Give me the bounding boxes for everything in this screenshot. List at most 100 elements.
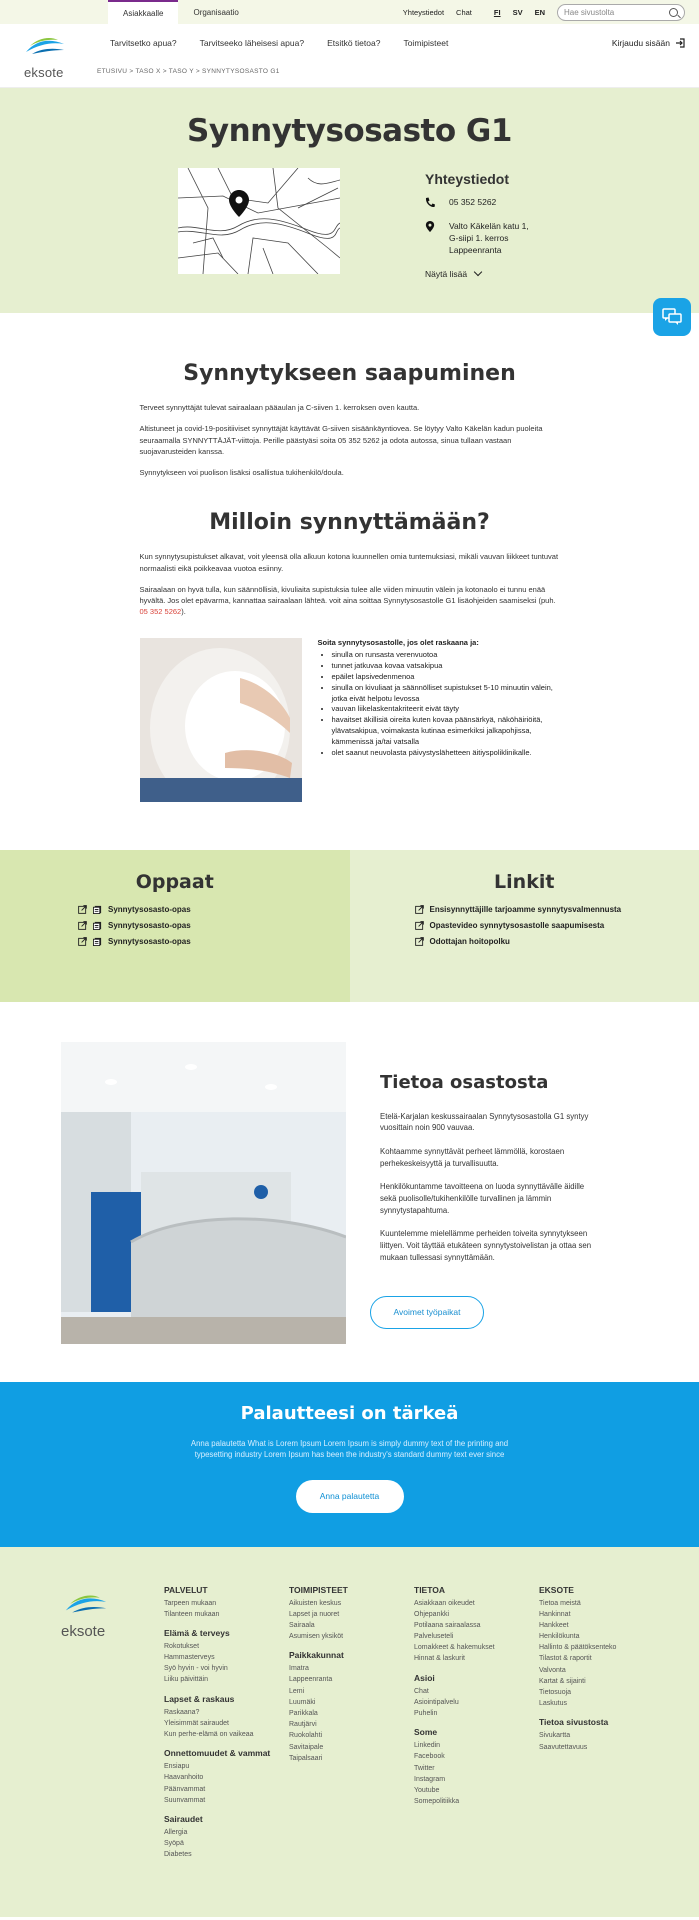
search-icon[interactable] bbox=[669, 7, 678, 17]
footer-link[interactable]: Rautjärvi bbox=[289, 1719, 348, 1730]
footer-link[interactable]: Tietoa meistä bbox=[539, 1598, 616, 1609]
feedback-section: Palautteesi on tärkeä Anna palautetta Wh… bbox=[0, 1381, 699, 1547]
external-link[interactable]: Odottajan hoitopolku bbox=[350, 937, 699, 946]
footer-link[interactable]: Imatra bbox=[289, 1663, 348, 1674]
tab-asiakkaalle[interactable]: Asiakkaalle bbox=[108, 0, 179, 24]
nav-need-help[interactable]: Tarvitsetko apua? bbox=[110, 38, 177, 48]
footer-link[interactable]: Tilastot & raportit bbox=[539, 1653, 616, 1664]
footer-link[interactable]: Hankinnat bbox=[539, 1609, 616, 1620]
footer-column: TIETOA Asiakkaan oikeudet Ohjepankki Potila… bbox=[414, 1585, 495, 1808]
show-more-button[interactable]: Näytä lisää bbox=[425, 267, 529, 279]
footer-link[interactable]: Ruokolahti bbox=[289, 1730, 348, 1741]
footer-link[interactable]: Lemi bbox=[289, 1686, 348, 1697]
open-jobs-button[interactable]: Avoimet työpaikat bbox=[370, 1295, 484, 1329]
location-map[interactable] bbox=[177, 167, 341, 275]
list-item: sinulla on kivuliaat ja säännölliset sup… bbox=[332, 683, 560, 705]
footer-link[interactable]: Savitaipale bbox=[289, 1742, 348, 1753]
footer-link[interactable]: Sairaala bbox=[289, 1620, 348, 1631]
footer-link[interactable]: Hankkeet bbox=[539, 1620, 616, 1631]
address-line: Lappeenranta bbox=[449, 244, 502, 255]
footer-link[interactable]: Tarpeen mukaan bbox=[164, 1598, 270, 1609]
external-link[interactable]: Ensisynnyttäjille tarjoamme synnytysvalm… bbox=[350, 905, 699, 914]
phone-link[interactable]: 05 352 5262 bbox=[449, 197, 496, 209]
login-icon bbox=[676, 38, 685, 48]
footer-link[interactable]: Suunvammat bbox=[164, 1795, 270, 1806]
language-fi[interactable]: FI bbox=[494, 8, 501, 17]
footer-link[interactable]: Tietosuoja bbox=[539, 1687, 616, 1698]
footer-link[interactable]: Youtube bbox=[414, 1785, 495, 1796]
guide-link[interactable]: Synnytysosasto-opas bbox=[0, 937, 350, 946]
footer-link[interactable]: Valvonta bbox=[539, 1665, 616, 1676]
footer-link[interactable]: Kartat & sijainti bbox=[539, 1676, 616, 1687]
footer-link[interactable]: Potilaana sairaalassa bbox=[414, 1620, 495, 1631]
footer-link[interactable]: Somepolitiikka bbox=[414, 1796, 495, 1807]
footer-link[interactable]: Kun perhe-elämä on vaikeaa bbox=[164, 1729, 270, 1740]
nav-find-info[interactable]: Etsitkö tietoa? bbox=[327, 38, 380, 48]
external-link[interactable]: Opastevideo synnytysosastolle saapumises… bbox=[350, 921, 699, 930]
main-navigation: Tarvitsetko apua? Tarvitseeko läheisesi … bbox=[110, 38, 448, 48]
footer-link[interactable]: Liiku päivittäin bbox=[164, 1674, 270, 1685]
footer-logo[interactable] bbox=[60, 1587, 112, 1621]
footer-link[interactable]: Diabetes bbox=[164, 1849, 270, 1860]
nav-locations[interactable]: Toimipisteet bbox=[403, 38, 448, 48]
footer-link[interactable]: Linkedin bbox=[414, 1740, 495, 1751]
footer-link[interactable]: Puhelin bbox=[414, 1708, 495, 1719]
footer-link[interactable]: Tilanteen mukaan bbox=[164, 1609, 270, 1620]
nav-relative-help[interactable]: Tarvitseeko läheisesi apua? bbox=[200, 38, 304, 48]
footer-link[interactable]: Saavutettavuus bbox=[539, 1742, 616, 1753]
footer-link[interactable]: Asiakkaan oikeudet bbox=[414, 1598, 495, 1609]
call-info-block: Soita synnytysosastolle, jos olet raskaa… bbox=[139, 637, 560, 802]
links-panel: Linkit Ensisynnyttäjille tarjoamme synny… bbox=[349, 849, 699, 1002]
footer-link[interactable]: Henkilökunta bbox=[539, 1631, 616, 1642]
eksote-logo[interactable] bbox=[22, 30, 68, 62]
footer-link[interactable]: Chat bbox=[414, 1686, 495, 1697]
footer-heading: PALVELUT bbox=[164, 1584, 208, 1595]
footer-link[interactable]: Parikkala bbox=[289, 1708, 348, 1719]
guide-link[interactable]: Synnytysosasto-opas bbox=[0, 921, 350, 930]
footer-link[interactable]: Twitter bbox=[414, 1763, 495, 1774]
footer-link[interactable]: Haavanhoito bbox=[164, 1772, 270, 1783]
footer-link[interactable]: Rokotukset bbox=[164, 1641, 270, 1652]
reception-image bbox=[61, 1041, 346, 1344]
footer-link[interactable]: Ensiapu bbox=[164, 1761, 270, 1772]
footer-link[interactable]: Hinnat & laskurit bbox=[414, 1653, 495, 1664]
footer-link[interactable]: Raskaana? bbox=[164, 1707, 270, 1718]
contact-link[interactable]: Yhteystiedot bbox=[403, 8, 444, 17]
language-en[interactable]: EN bbox=[535, 8, 545, 17]
footer-link[interactable]: Allergia bbox=[164, 1827, 270, 1838]
footer-link[interactable]: Lomakkeet & hakemukset bbox=[414, 1642, 495, 1653]
footer-link[interactable]: Instagram bbox=[414, 1774, 495, 1785]
guide-link[interactable]: Synnytysosasto-opas bbox=[0, 905, 350, 914]
search-input[interactable]: Hae sivustolta bbox=[557, 3, 685, 21]
chat-button[interactable] bbox=[653, 298, 691, 336]
tab-organisaatio[interactable]: Organisaatio bbox=[178, 0, 253, 24]
show-more-label: Näytä lisää bbox=[425, 268, 468, 279]
footer-link[interactable]: Aikuisten keskus bbox=[289, 1598, 348, 1609]
footer-link[interactable]: Asiointipalvelu bbox=[414, 1697, 495, 1708]
login-button[interactable]: Kirjaudu sisään bbox=[612, 38, 685, 48]
footer-link[interactable]: Hammasterveys bbox=[164, 1652, 270, 1663]
utility-links: Yhteystiedot Chat FI SV EN Hae sivustolt… bbox=[403, 0, 685, 24]
footer-link[interactable]: Laskutus bbox=[539, 1698, 616, 1709]
footer-link[interactable]: Syöpä bbox=[164, 1838, 270, 1849]
footer-link[interactable]: Sivukartta bbox=[539, 1730, 616, 1741]
footer-link[interactable]: Hallinto & päätöksenteko bbox=[539, 1642, 616, 1653]
footer-link[interactable]: Taipalsaari bbox=[289, 1753, 348, 1764]
footer-link[interactable]: Ohjepankki bbox=[414, 1609, 495, 1620]
footer-link[interactable]: Palveluseteli bbox=[414, 1631, 495, 1642]
footer-link[interactable]: Päänvammat bbox=[164, 1784, 270, 1795]
give-feedback-button[interactable]: Anna palautetta bbox=[295, 1479, 404, 1513]
footer-link[interactable]: Yleisimmät sairaudet bbox=[164, 1718, 270, 1729]
chat-link[interactable]: Chat bbox=[456, 8, 472, 17]
footer-link[interactable]: Lapset ja nuoret bbox=[289, 1609, 348, 1620]
footer-link[interactable]: Luumäki bbox=[289, 1697, 348, 1708]
phone-link[interactable]: 05 352 5262 bbox=[140, 607, 182, 616]
language-sv[interactable]: SV bbox=[513, 8, 523, 17]
arrival-paragraph: Altistuneet ja covid-19-positiiviset syn… bbox=[139, 424, 543, 456]
about-title: Tietoa osastosta bbox=[380, 1071, 549, 1093]
footer-link[interactable]: Asumisen yksiköt bbox=[289, 1631, 348, 1642]
footer-link[interactable]: Lappeenranta bbox=[289, 1674, 348, 1685]
footer-link[interactable]: Facebook bbox=[414, 1751, 495, 1762]
footer-heading: Asioi bbox=[414, 1672, 435, 1683]
footer-link[interactable]: Syö hyvin - voi hyvin bbox=[164, 1663, 270, 1674]
